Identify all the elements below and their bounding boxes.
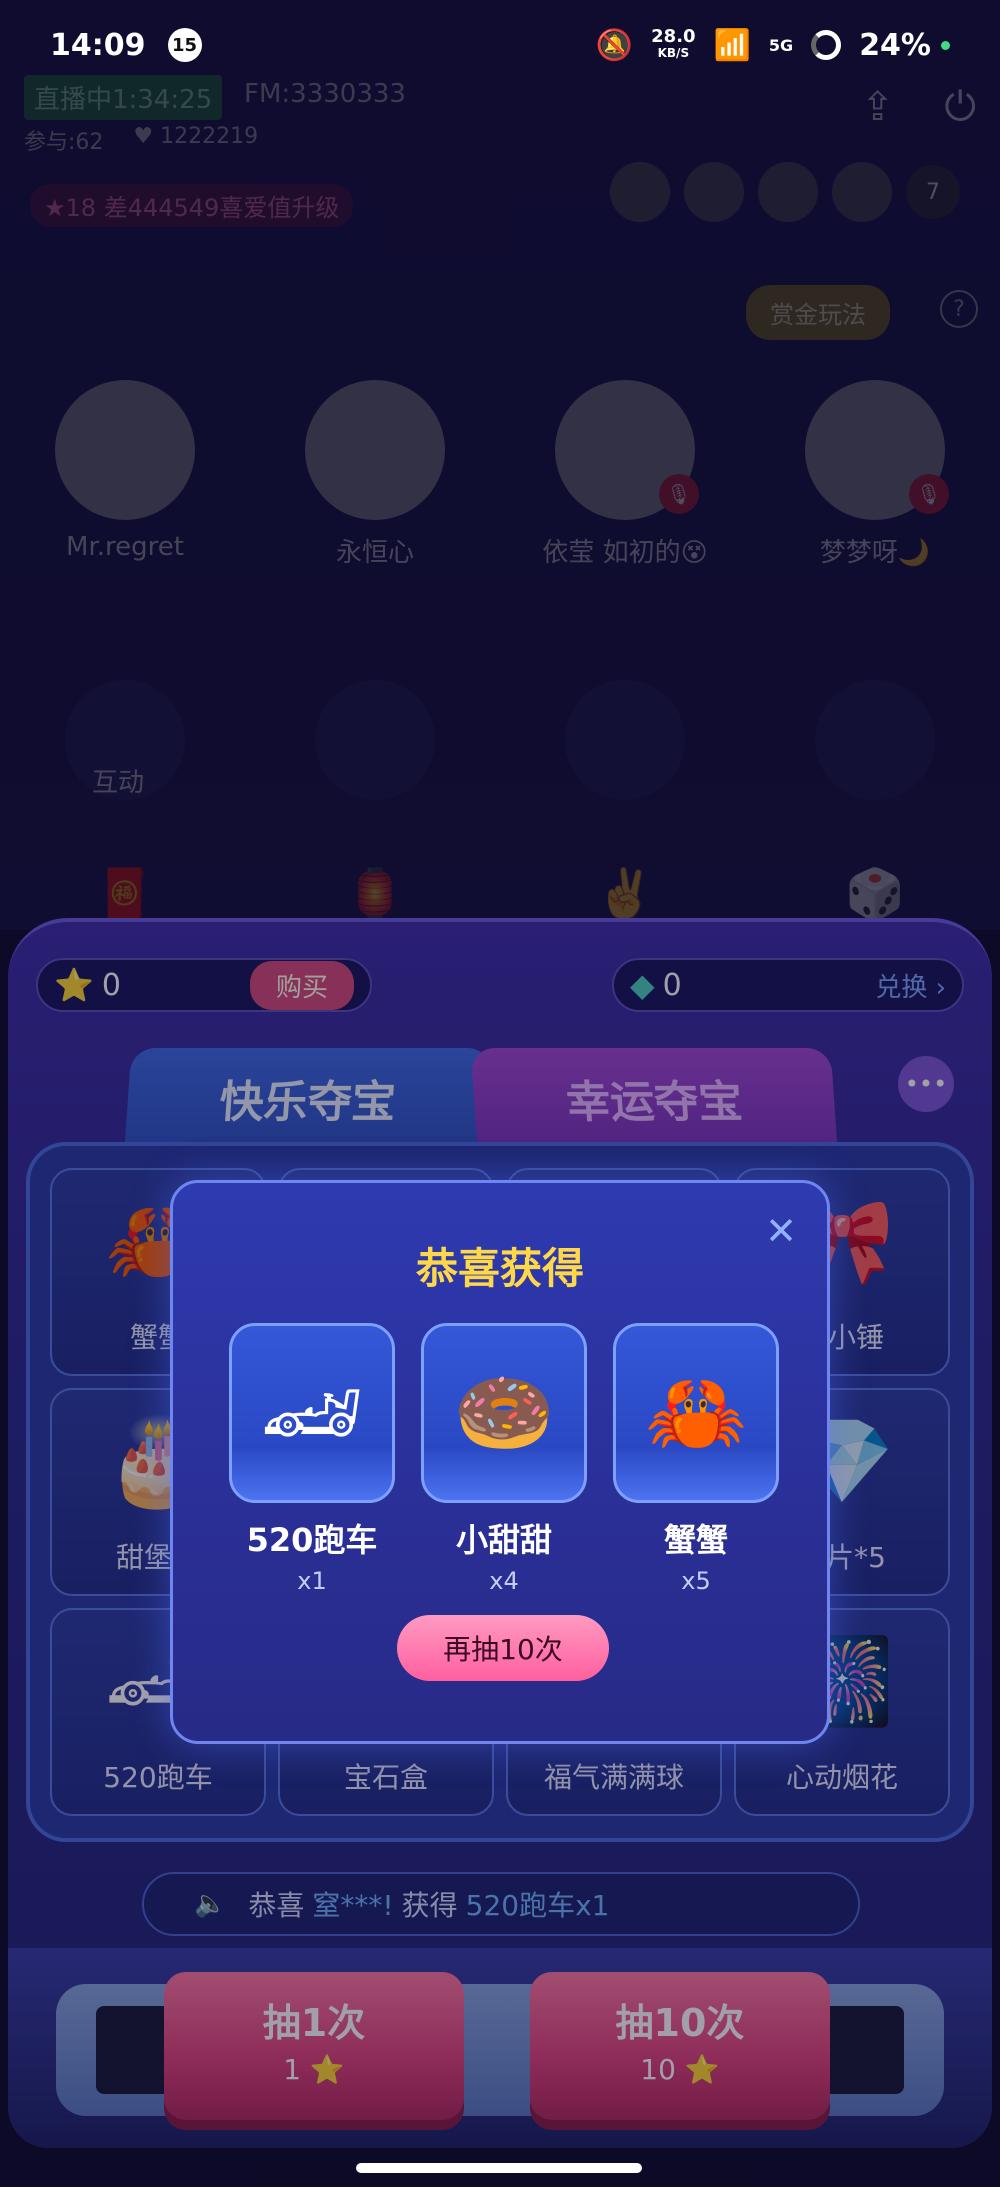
reward-qty: x1 bbox=[297, 1567, 327, 1595]
charging-dot bbox=[941, 40, 950, 50]
car-icon: 🏎 bbox=[259, 1366, 365, 1461]
reward-list: 🏎 520跑车 x1 🍩 小甜甜 x4 🦀 蟹蟹 x5 bbox=[229, 1323, 779, 1595]
network-type: 5G bbox=[768, 35, 794, 55]
close-icon[interactable]: ✕ bbox=[761, 1209, 801, 1253]
reward-item: 🦀 蟹蟹 x5 bbox=[613, 1323, 779, 1595]
reward-name: 小甜甜 bbox=[455, 1521, 552, 1559]
reward-item: 🏎 520跑车 x1 bbox=[229, 1323, 395, 1595]
status-icons: 🔕 28.0 KB/S 📶 5G 24% bbox=[596, 28, 950, 63]
status-bar: 14:09 15 🔕 28.0 KB/S 📶 5G 24% bbox=[0, 0, 1000, 90]
battery-icon bbox=[811, 30, 842, 60]
network-speed: 28.0 KB/S bbox=[651, 28, 695, 62]
clock: 14:09 bbox=[50, 27, 146, 63]
reward-name: 520跑车 bbox=[246, 1521, 378, 1559]
donut-icon: 🍩 bbox=[452, 1366, 556, 1461]
crab-icon: 🦀 bbox=[644, 1366, 748, 1461]
reward-qty: x4 bbox=[489, 1567, 519, 1595]
reward-name: 蟹蟹 bbox=[663, 1521, 728, 1559]
draw-again-button[interactable]: 再抽10次 bbox=[397, 1615, 609, 1681]
modal-title: 恭喜获得 bbox=[415, 1244, 584, 1293]
reward-item: 🍩 小甜甜 x4 bbox=[421, 1323, 587, 1595]
modal-backdrop[interactable] bbox=[0, 0, 1000, 2187]
mute-icon: 🔕 bbox=[595, 27, 634, 63]
reward-modal: 恭喜获得 ✕ 🏎 520跑车 x1 🍩 小甜甜 x4 🦀 蟹蟹 x5 再抽10次 bbox=[170, 1180, 830, 1744]
notification-count: 15 bbox=[167, 28, 202, 62]
network-speed-value: 28.0 bbox=[651, 26, 696, 47]
battery-level: 24% bbox=[859, 27, 931, 63]
reward-box: 🏎 bbox=[229, 1323, 395, 1503]
reward-box: 🦀 bbox=[613, 1323, 779, 1503]
wifi-icon: 📶 bbox=[713, 27, 751, 63]
network-speed-unit: KB/S bbox=[657, 46, 690, 60]
reward-qty: x5 bbox=[681, 1567, 711, 1595]
home-indicator[interactable] bbox=[356, 2163, 642, 2173]
reward-box: 🍩 bbox=[421, 1323, 587, 1503]
